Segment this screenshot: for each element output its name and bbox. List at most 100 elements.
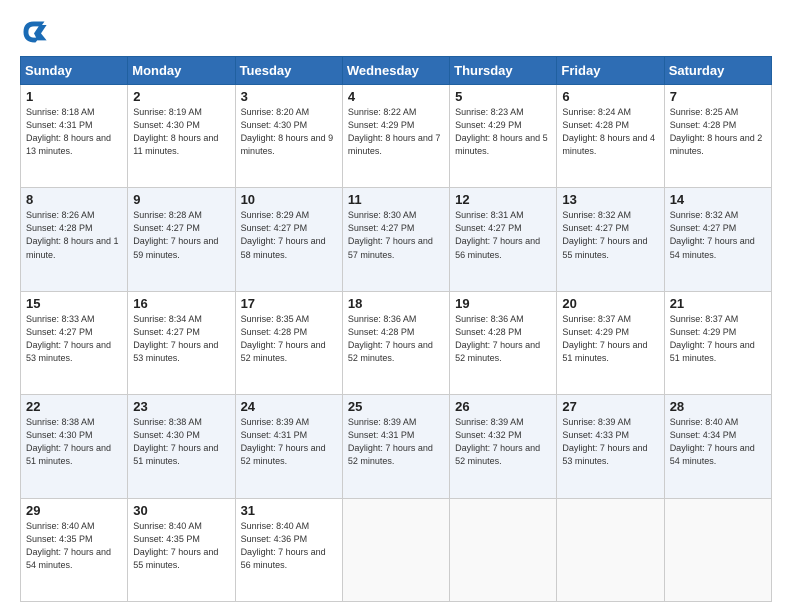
calendar-day-header: Tuesday [235, 57, 342, 85]
calendar-day-cell: 20 Sunrise: 8:37 AMSunset: 4:29 PMDayligh… [557, 291, 664, 394]
calendar-day-cell: 15 Sunrise: 8:33 AMSunset: 4:27 PMDayligh… [21, 291, 128, 394]
day-number: 31 [241, 503, 337, 518]
day-info: Sunrise: 8:39 AMSunset: 4:31 PMDaylight:… [348, 416, 444, 468]
calendar-day-cell: 12 Sunrise: 8:31 AMSunset: 4:27 PMDayligh… [450, 188, 557, 291]
logo [20, 18, 52, 46]
day-number: 27 [562, 399, 658, 414]
day-number: 19 [455, 296, 551, 311]
calendar-day-cell: 9Sunrise: 8:28 AMSunset: 4:27 PMDaylight… [128, 188, 235, 291]
day-info: Sunrise: 8:26 AMSunset: 4:28 PMDaylight:… [26, 209, 122, 261]
day-info: Sunrise: 8:22 AMSunset: 4:29 PMDaylight:… [348, 106, 444, 158]
day-number: 2 [133, 89, 229, 104]
day-info: Sunrise: 8:19 AMSunset: 4:30 PMDaylight:… [133, 106, 229, 158]
calendar-day-cell: 26 Sunrise: 8:39 AMSunset: 4:32 PMDayligh… [450, 395, 557, 498]
day-info: Sunrise: 8:40 AMSunset: 4:34 PMDaylight:… [670, 416, 766, 468]
calendar-day-cell: 25 Sunrise: 8:39 AMSunset: 4:31 PMDayligh… [342, 395, 449, 498]
day-number: 20 [562, 296, 658, 311]
calendar-day-cell: 17Sunrise: 8:35 AMSunset: 4:28 PMDayligh… [235, 291, 342, 394]
calendar-day-header: Sunday [21, 57, 128, 85]
day-info: Sunrise: 8:37 AMSunset: 4:29 PMDaylight:… [562, 313, 658, 365]
day-info: Sunrise: 8:32 AMSunset: 4:27 PMDaylight:… [670, 209, 766, 261]
day-info: Sunrise: 8:29 AMSunset: 4:27 PMDaylight:… [241, 209, 337, 261]
calendar-day-cell: 28 Sunrise: 8:40 AMSunset: 4:34 PMDayligh… [664, 395, 771, 498]
day-info: Sunrise: 8:35 AMSunset: 4:28 PMDaylight:… [241, 313, 337, 365]
day-info: Sunrise: 8:40 AMSunset: 4:35 PMDaylight:… [26, 520, 122, 572]
calendar-day-header: Thursday [450, 57, 557, 85]
calendar-day-cell [557, 498, 664, 601]
calendar-week-row: 15 Sunrise: 8:33 AMSunset: 4:27 PMDayligh… [21, 291, 772, 394]
day-info: Sunrise: 8:40 AMSunset: 4:35 PMDaylight:… [133, 520, 229, 572]
day-info: Sunrise: 8:28 AMSunset: 4:27 PMDaylight:… [133, 209, 229, 261]
day-info: Sunrise: 8:34 AMSunset: 4:27 PMDaylight:… [133, 313, 229, 365]
day-number: 18 [348, 296, 444, 311]
calendar-day-cell: 23 Sunrise: 8:38 AMSunset: 4:30 PMDayligh… [128, 395, 235, 498]
day-info: Sunrise: 8:20 AMSunset: 4:30 PMDaylight:… [241, 106, 337, 158]
day-info: Sunrise: 8:33 AMSunset: 4:27 PMDaylight:… [26, 313, 122, 365]
calendar-day-cell: 29 Sunrise: 8:40 AMSunset: 4:35 PMDayligh… [21, 498, 128, 601]
day-number: 11 [348, 192, 444, 207]
calendar-header-row: SundayMondayTuesdayWednesdayThursdayFrid… [21, 57, 772, 85]
day-number: 5 [455, 89, 551, 104]
calendar-day-header: Monday [128, 57, 235, 85]
day-info: Sunrise: 8:39 AMSunset: 4:32 PMDaylight:… [455, 416, 551, 468]
day-info: Sunrise: 8:38 AMSunset: 4:30 PMDaylight:… [133, 416, 229, 468]
day-number: 24 [241, 399, 337, 414]
day-info: Sunrise: 8:24 AMSunset: 4:28 PMDaylight:… [562, 106, 658, 158]
day-number: 25 [348, 399, 444, 414]
calendar-day-header: Wednesday [342, 57, 449, 85]
day-info: Sunrise: 8:25 AMSunset: 4:28 PMDaylight:… [670, 106, 766, 158]
day-number: 4 [348, 89, 444, 104]
header [20, 18, 772, 46]
day-number: 8 [26, 192, 122, 207]
day-info: Sunrise: 8:40 AMSunset: 4:36 PMDaylight:… [241, 520, 337, 572]
calendar-day-cell [664, 498, 771, 601]
calendar-week-row: 1 Sunrise: 8:18 AMSunset: 4:31 PMDaylight… [21, 85, 772, 188]
day-number: 6 [562, 89, 658, 104]
day-info: Sunrise: 8:39 AMSunset: 4:33 PMDaylight:… [562, 416, 658, 468]
page: SundayMondayTuesdayWednesdayThursdayFrid… [0, 0, 792, 612]
calendar-day-cell: 10 Sunrise: 8:29 AMSunset: 4:27 PMDayligh… [235, 188, 342, 291]
calendar-day-cell: 4 Sunrise: 8:22 AMSunset: 4:29 PMDaylight… [342, 85, 449, 188]
calendar-day-cell: 13Sunrise: 8:32 AMSunset: 4:27 PMDayligh… [557, 188, 664, 291]
day-info: Sunrise: 8:18 AMSunset: 4:31 PMDaylight:… [26, 106, 122, 158]
calendar-day-header: Friday [557, 57, 664, 85]
calendar-day-cell: 5 Sunrise: 8:23 AMSunset: 4:29 PMDaylight… [450, 85, 557, 188]
calendar-day-cell: 19 Sunrise: 8:36 AMSunset: 4:28 PMDayligh… [450, 291, 557, 394]
day-info: Sunrise: 8:32 AMSunset: 4:27 PMDaylight:… [562, 209, 658, 261]
day-number: 16 [133, 296, 229, 311]
calendar-body: 1 Sunrise: 8:18 AMSunset: 4:31 PMDaylight… [21, 85, 772, 602]
calendar-day-header: Saturday [664, 57, 771, 85]
day-info: Sunrise: 8:37 AMSunset: 4:29 PMDaylight:… [670, 313, 766, 365]
day-number: 29 [26, 503, 122, 518]
day-number: 23 [133, 399, 229, 414]
calendar-day-cell: 2 Sunrise: 8:19 AMSunset: 4:30 PMDaylight… [128, 85, 235, 188]
day-info: Sunrise: 8:30 AMSunset: 4:27 PMDaylight:… [348, 209, 444, 261]
day-number: 26 [455, 399, 551, 414]
day-number: 30 [133, 503, 229, 518]
day-info: Sunrise: 8:39 AMSunset: 4:31 PMDaylight:… [241, 416, 337, 468]
day-number: 7 [670, 89, 766, 104]
calendar-table: SundayMondayTuesdayWednesdayThursdayFrid… [20, 56, 772, 602]
day-number: 1 [26, 89, 122, 104]
day-number: 28 [670, 399, 766, 414]
day-info: Sunrise: 8:36 AMSunset: 4:28 PMDaylight:… [455, 313, 551, 365]
calendar-day-cell: 31 Sunrise: 8:40 AMSunset: 4:36 PMDayligh… [235, 498, 342, 601]
day-info: Sunrise: 8:31 AMSunset: 4:27 PMDaylight:… [455, 209, 551, 261]
day-number: 12 [455, 192, 551, 207]
calendar-week-row: 22Sunrise: 8:38 AMSunset: 4:30 PMDayligh… [21, 395, 772, 498]
calendar-week-row: 29 Sunrise: 8:40 AMSunset: 4:35 PMDayligh… [21, 498, 772, 601]
day-number: 15 [26, 296, 122, 311]
calendar-day-cell: 21Sunrise: 8:37 AMSunset: 4:29 PMDayligh… [664, 291, 771, 394]
day-number: 3 [241, 89, 337, 104]
calendar-day-cell [342, 498, 449, 601]
calendar-day-cell: 27 Sunrise: 8:39 AMSunset: 4:33 PMDayligh… [557, 395, 664, 498]
day-info: Sunrise: 8:38 AMSunset: 4:30 PMDaylight:… [26, 416, 122, 468]
calendar-day-cell: 7 Sunrise: 8:25 AMSunset: 4:28 PMDaylight… [664, 85, 771, 188]
calendar-day-cell [450, 498, 557, 601]
day-number: 10 [241, 192, 337, 207]
day-info: Sunrise: 8:23 AMSunset: 4:29 PMDaylight:… [455, 106, 551, 158]
calendar-day-cell: 11 Sunrise: 8:30 AMSunset: 4:27 PMDayligh… [342, 188, 449, 291]
logo-icon [20, 18, 48, 46]
calendar-day-cell: 8 Sunrise: 8:26 AMSunset: 4:28 PMDaylight… [21, 188, 128, 291]
calendar-day-cell: 18Sunrise: 8:36 AMSunset: 4:28 PMDayligh… [342, 291, 449, 394]
